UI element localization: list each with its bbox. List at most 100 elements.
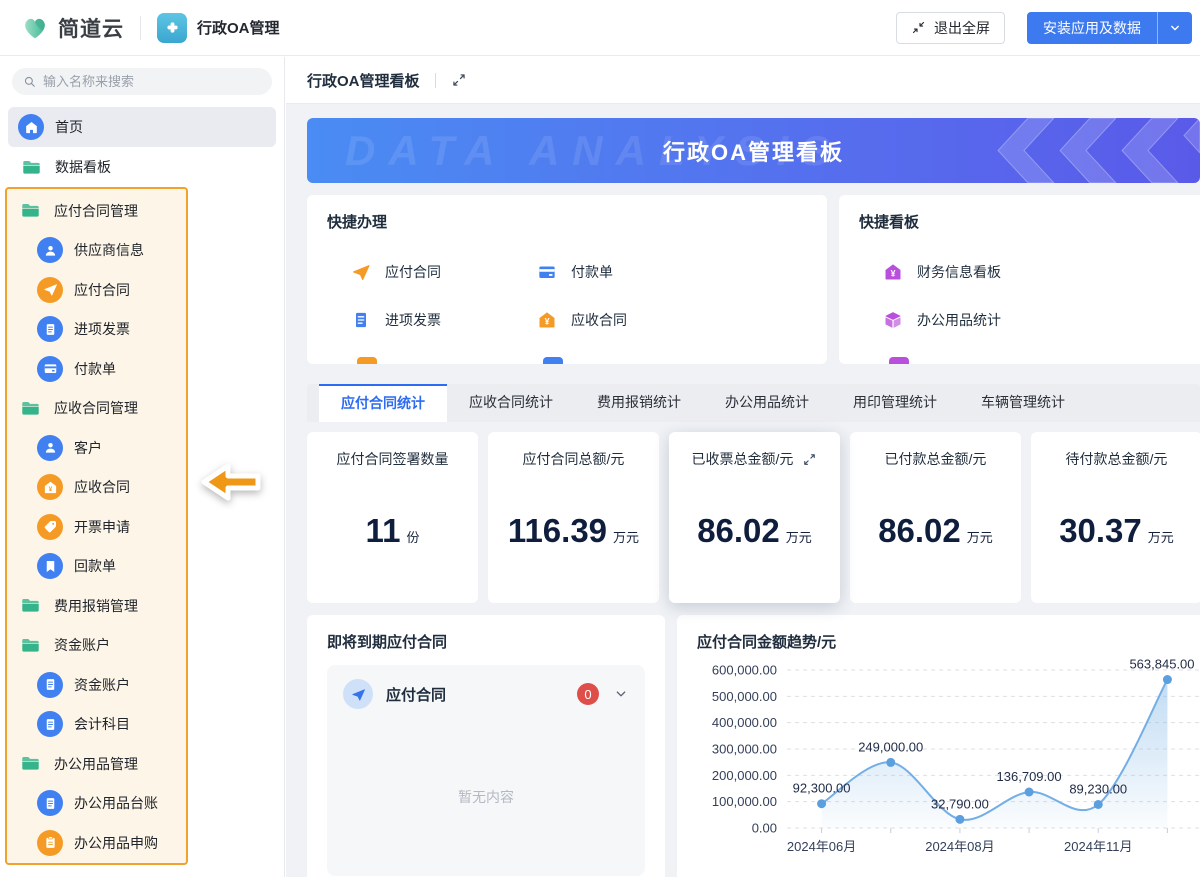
sidebar-search[interactable]: [12, 68, 272, 95]
stat-unit: 万元: [1148, 527, 1174, 546]
doc-icon: [37, 711, 63, 737]
tab-item[interactable]: 用印管理统计: [831, 384, 959, 422]
sidebar-item-label: 办公用品管理: [54, 754, 138, 774]
person-icon: [37, 237, 63, 263]
tab-item[interactable]: 费用报销统计: [575, 384, 703, 422]
svg-text:¥: ¥: [48, 486, 52, 493]
svg-text:600,000.00: 600,000.00: [712, 663, 777, 678]
stat-value: 11: [366, 512, 401, 550]
stat-title: 应付合同总额/元: [523, 449, 625, 469]
exit-fullscreen-button[interactable]: 退出全屏: [896, 12, 1005, 44]
contract-group-header[interactable]: 应付合同 0: [343, 679, 629, 709]
quick-link[interactable]: 进项发票: [351, 296, 537, 344]
svg-text:2024年08月: 2024年08月: [925, 839, 994, 854]
stat-card[interactable]: 应付合同签署数量 11 份: [307, 432, 478, 603]
sidebar-item[interactable]: 开票申请: [9, 507, 184, 547]
quick-link-label: 进项发票: [385, 310, 441, 330]
sidebar-item[interactable]: 应收合同管理: [9, 389, 184, 429]
quick-link-label: 应付合同: [385, 262, 441, 282]
sidebar-item[interactable]: 应付合同: [9, 270, 184, 310]
app-puzzle-icon: [157, 13, 187, 43]
svg-text:92,300.00: 92,300.00: [793, 781, 851, 796]
search-input[interactable]: [43, 74, 243, 89]
expiring-contracts-card: 即将到期应付合同 应付合同 0 暂无内容: [307, 615, 665, 877]
quick-link[interactable]: ¥ 财务信息看板: [883, 248, 1123, 296]
stat-card[interactable]: 待付款总金额/元30.37万元: [1031, 432, 1200, 603]
stat-value: 30.37: [1059, 512, 1142, 550]
banner-title: 行政OA管理看板: [307, 118, 1200, 183]
sidebar-item[interactable]: 回款单: [9, 547, 184, 587]
current-app[interactable]: 行政OA管理: [157, 13, 280, 43]
sidebar-item[interactable]: 资金账户: [9, 665, 184, 705]
sidebar-item[interactable]: 应付合同管理: [9, 191, 184, 231]
sidebar-item[interactable]: 办公用品申购: [9, 823, 184, 863]
house-yen-icon: ¥: [37, 474, 63, 500]
sidebar-highlighted-group: 应付合同管理供应商信息应付合同进项发票付款单应收合同管理客户 ¥应收合同开票申请回…: [5, 187, 188, 865]
line-chart-svg: 0.00100,000.00200,000.00300,000.00400,00…: [697, 656, 1200, 877]
sidebar-item[interactable]: 首页: [8, 107, 276, 147]
sidebar-item[interactable]: 客户: [9, 428, 184, 468]
sidebar-item-label: 供应商信息: [74, 240, 144, 260]
card-icon: [37, 356, 63, 382]
svg-text:¥: ¥: [891, 269, 896, 279]
sidebar-item[interactable]: 供应商信息: [9, 231, 184, 271]
quick-link-label: 付款单: [571, 262, 613, 282]
quick-actions-title: 快捷办理: [327, 211, 807, 232]
install-app-button[interactable]: 安装应用及数据: [1027, 12, 1192, 44]
contract-group-label: 应付合同: [386, 684, 577, 705]
fullscreen-expand-icon[interactable]: [451, 72, 467, 88]
doc-icon: [351, 310, 371, 330]
tab-item[interactable]: 应收合同统计: [447, 384, 575, 422]
svg-text:¥: ¥: [545, 317, 550, 327]
dashboard-banner: DATA ANALYSIS 行政OA管理看板: [307, 118, 1200, 183]
stat-card[interactable]: 已收票总金额/元86.02万元: [669, 432, 840, 603]
quick-link[interactable]: 办公用品统计: [883, 296, 1123, 344]
tab-active[interactable]: 应付合同统计: [319, 384, 447, 422]
quick-boards-title: 快捷看板: [859, 211, 1200, 232]
tab-item[interactable]: 车辆管理统计: [959, 384, 1087, 422]
sidebar-item-label: 应付合同管理: [54, 201, 138, 221]
sidebar-item[interactable]: 付款单: [9, 349, 184, 389]
sidebar-item-label: 进项发票: [74, 319, 130, 339]
stat-title: 应付合同签署数量: [337, 449, 449, 469]
stat-value: 86.02: [697, 512, 780, 550]
stat-title: 已收票总金额/元: [692, 449, 794, 469]
sidebar-item[interactable]: 资金账户: [9, 626, 184, 666]
tab-item[interactable]: 办公用品统计: [703, 384, 831, 422]
sidebar-item-label: 客户: [74, 438, 102, 458]
brand-logo[interactable]: 简道云: [20, 13, 124, 43]
person-icon: [37, 435, 63, 461]
folder-icon: [18, 157, 44, 178]
trend-chart: 0.00100,000.00200,000.00300,000.00400,00…: [697, 656, 1200, 877]
expand-icon[interactable]: [802, 452, 817, 467]
sidebar-item[interactable]: 进项发票: [9, 310, 184, 350]
quick-link[interactable]: ¥应收合同: [537, 296, 723, 344]
sidebar-item[interactable]: ¥应收合同: [9, 468, 184, 508]
chevron-down-icon[interactable]: [1158, 12, 1192, 44]
sidebar-item[interactable]: 办公用品台账: [9, 784, 184, 824]
stat-card[interactable]: 已付款总金额/元86.02万元: [850, 432, 1021, 603]
sidebar-item[interactable]: 数据看板: [8, 147, 276, 187]
svg-text:2024年06月: 2024年06月: [787, 839, 856, 854]
folder-icon: [17, 635, 43, 656]
clipped-icon-stub: [543, 357, 563, 364]
house-yen-icon: ¥: [883, 262, 903, 282]
sidebar-item-label: 资金账户: [74, 675, 130, 695]
stat-unit: 份: [406, 527, 419, 546]
sidebar-item[interactable]: 费用报销管理: [9, 586, 184, 626]
sidebar-item[interactable]: 办公用品管理: [9, 744, 184, 784]
quick-link[interactable]: 应付合同: [351, 248, 537, 296]
quick-link[interactable]: 付款单: [537, 248, 723, 296]
sidebar-item-label: 费用报销管理: [54, 596, 138, 616]
chevron-down-icon[interactable]: [613, 686, 629, 702]
stat-card[interactable]: 应付合同总额/元116.39万元: [488, 432, 659, 603]
svg-text:400,000.00: 400,000.00: [712, 715, 777, 730]
quick-link-label: 财务信息看板: [917, 262, 1001, 282]
svg-text:563,845.00: 563,845.00: [1129, 657, 1194, 672]
clipped-icon-stub: [357, 357, 377, 364]
box-icon: [883, 310, 903, 330]
sidebar-item[interactable]: 会计科目: [9, 705, 184, 745]
clipboard-icon: [37, 830, 63, 856]
stat-cards-row: 应付合同签署数量 11 份 应付合同总额/元116.39万元 已收票总金额/元 86.02…: [307, 432, 1200, 603]
sidebar-item-label: 数据看板: [55, 157, 111, 177]
